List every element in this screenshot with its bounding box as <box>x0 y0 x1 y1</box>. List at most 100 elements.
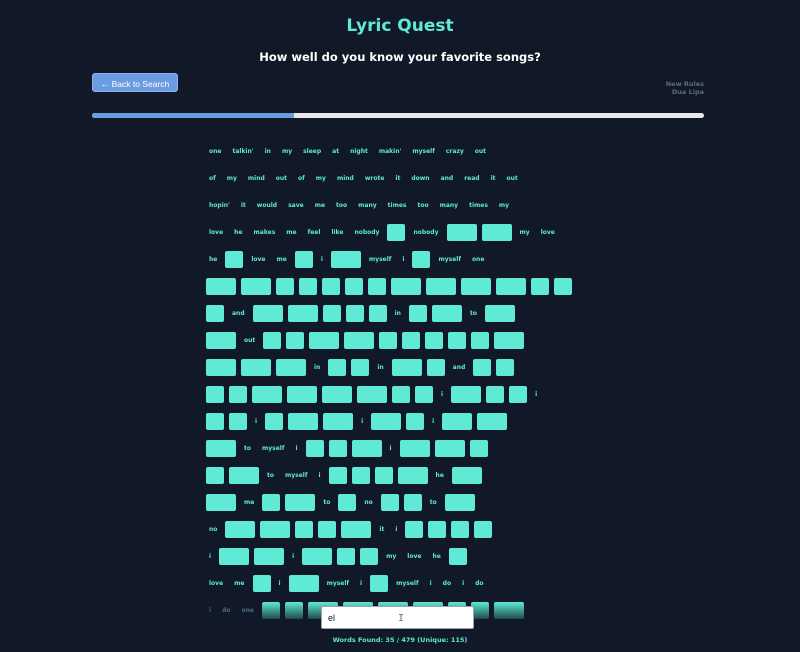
app-subtitle: How well do you know your favorite songs… <box>259 50 541 64</box>
lyric-word: out <box>474 148 487 155</box>
lyric-word: do <box>222 607 231 614</box>
lyric-word-hidden <box>241 278 271 295</box>
lyric-word-hidden <box>391 359 422 376</box>
lyric-word: he <box>432 553 441 560</box>
lyric-word: me <box>314 202 326 209</box>
lyric-word: i <box>432 418 435 425</box>
lyric-word: and <box>232 310 245 317</box>
lyric-word-hidden <box>428 521 447 538</box>
lyric-word-hidden <box>225 521 256 538</box>
lyric-word: in <box>264 148 271 155</box>
lyric-word: myself <box>262 445 285 452</box>
lyric-word-hidden <box>328 440 347 457</box>
lyric-word: my <box>226 175 237 182</box>
lyric-word: many <box>358 202 377 209</box>
lyric-word: in <box>394 310 401 317</box>
lyric-word-hidden <box>206 440 236 457</box>
lyric-word-hidden <box>305 440 324 457</box>
lyric-word-hidden <box>276 278 294 295</box>
lyric-word: to <box>267 472 274 479</box>
lyric-word-hidden <box>254 548 285 565</box>
lyric-word: it <box>240 202 246 209</box>
lyric-word: myself <box>285 472 308 479</box>
lyric-word: mind <box>247 175 265 182</box>
lyric-word: my <box>315 175 326 182</box>
lyric-word-hidden <box>496 359 515 376</box>
lyric-word-hidden <box>531 278 549 295</box>
app-title: Lyric Quest <box>346 16 454 36</box>
lyric-word-hidden <box>471 332 490 349</box>
lyric-word: to <box>469 310 477 317</box>
lyric-word: i <box>361 418 364 425</box>
lyric-word-hidden <box>328 467 347 484</box>
lyric-word: mind <box>336 175 354 182</box>
lyric-word-hidden <box>370 575 389 592</box>
lyric-word-hidden <box>444 494 475 511</box>
lyric-word-hidden <box>446 224 477 241</box>
lyric-word-hidden <box>473 359 492 376</box>
lyric-word: would <box>256 202 278 209</box>
lyric-word-hidden <box>448 548 467 565</box>
lyric-word: too <box>336 202 348 209</box>
lyric-word: no <box>364 499 373 506</box>
lyric-word-hidden <box>399 440 430 457</box>
lyric-word-hidden <box>425 332 444 349</box>
lyric-word-hidden <box>484 305 515 322</box>
lyric-word-hidden <box>206 467 224 484</box>
text-cursor-icon: I <box>398 613 405 624</box>
lyric-word: too <box>417 202 429 209</box>
lyric-word: save <box>288 202 304 209</box>
lyric-word-hidden <box>288 575 319 592</box>
lyric-word-hidden <box>330 251 361 268</box>
lyric-word: i <box>320 256 323 263</box>
lyric-word-hidden <box>360 548 379 565</box>
lyric-word-hidden <box>415 386 433 403</box>
lyric-word: me <box>286 229 297 236</box>
lyric-word: do <box>475 580 484 587</box>
lyric-word-hidden <box>371 413 402 430</box>
lyric-word: it <box>490 175 496 182</box>
lyric-word: do <box>442 580 452 587</box>
lyric-word-hidden <box>380 494 399 511</box>
lyric-word-hidden <box>406 413 425 430</box>
progress-fill <box>92 113 294 118</box>
lyric-word-hidden <box>391 278 421 295</box>
lyric-word-hidden <box>225 251 244 268</box>
lyric-word-hidden <box>322 278 340 295</box>
lyric-word-hidden <box>408 305 427 322</box>
lyric-word-hidden <box>448 332 467 349</box>
lyrics-grid: one talkin' in my sleep at night makin' myself cr… <box>206 138 580 624</box>
lyric-word: i <box>389 445 392 452</box>
lyric-word: times <box>469 202 488 209</box>
lyric-word-hidden <box>434 440 465 457</box>
lyric-word: of <box>209 175 216 182</box>
lyric-word-hidden <box>276 359 306 376</box>
lyric-word-hidden <box>206 332 236 349</box>
lyric-word-hidden <box>338 494 357 511</box>
lyric-word: feel <box>307 229 321 236</box>
lyric-word: he <box>209 256 218 263</box>
lyric-word-hidden <box>284 602 303 619</box>
lyric-word: i <box>209 607 212 614</box>
lyric-word: nobody <box>354 229 380 236</box>
lyric-word-hidden <box>206 494 236 511</box>
lyric-word-hidden <box>368 278 386 295</box>
lyric-word-hidden <box>262 494 281 511</box>
lyric-word-hidden <box>328 359 347 376</box>
lyric-word: to <box>429 499 437 506</box>
lyric-word: myself <box>396 580 419 587</box>
lyric-word-hidden <box>323 413 354 430</box>
lyric-word-hidden <box>379 332 398 349</box>
back-to-search-button[interactable]: ← Back to Search <box>92 73 178 92</box>
lyric-word-hidden <box>426 278 456 295</box>
lyric-word: makes <box>253 229 276 236</box>
lyric-word: love <box>540 229 555 236</box>
lyric-word: i <box>402 256 405 263</box>
lyric-word: me <box>234 580 245 587</box>
lyric-word: crazy <box>445 148 464 155</box>
lyric-word: love <box>407 553 422 560</box>
lyric-word: myself <box>412 148 435 155</box>
lyric-word: my <box>498 202 510 209</box>
song-artist: Dua Lipa <box>671 88 704 96</box>
lyric-word-hidden <box>263 332 282 349</box>
